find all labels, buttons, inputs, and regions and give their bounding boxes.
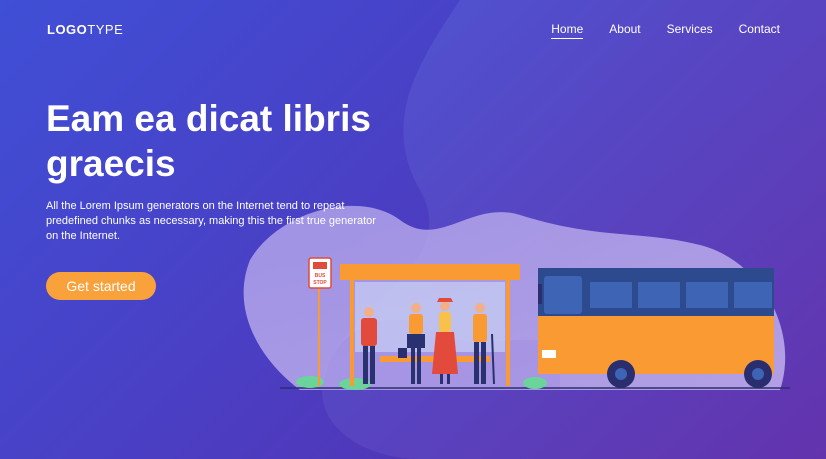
hero-description: All the Lorem Ipsum generators on the In… <box>46 200 376 242</box>
person-man-red-jacket <box>361 307 377 384</box>
logo-bold: LOGO <box>47 22 88 37</box>
nav-services[interactable]: Services <box>667 22 713 39</box>
hero-title: Eam ea dicat libris graecis <box>46 98 371 184</box>
landing-page: LOGOTYPE Home About Services Contact Eam… <box>0 0 826 459</box>
logo[interactable]: LOGOTYPE <box>47 22 123 37</box>
get-started-button[interactable]: Get started <box>46 272 156 300</box>
nav-contact[interactable]: Contact <box>739 22 780 39</box>
sign-text-stop: STOP <box>313 280 327 286</box>
main-nav: Home About Services Contact <box>551 22 780 39</box>
bus-stop-illustration: BUS STOP <box>280 257 790 390</box>
bus <box>538 268 774 388</box>
nav-home[interactable]: Home <box>551 22 584 39</box>
logo-light: TYPE <box>87 22 124 37</box>
bus-stop-sign: BUS STOP <box>308 257 332 386</box>
nav-about[interactable]: About <box>609 22 640 39</box>
sign-text-bus: BUS <box>315 273 326 279</box>
